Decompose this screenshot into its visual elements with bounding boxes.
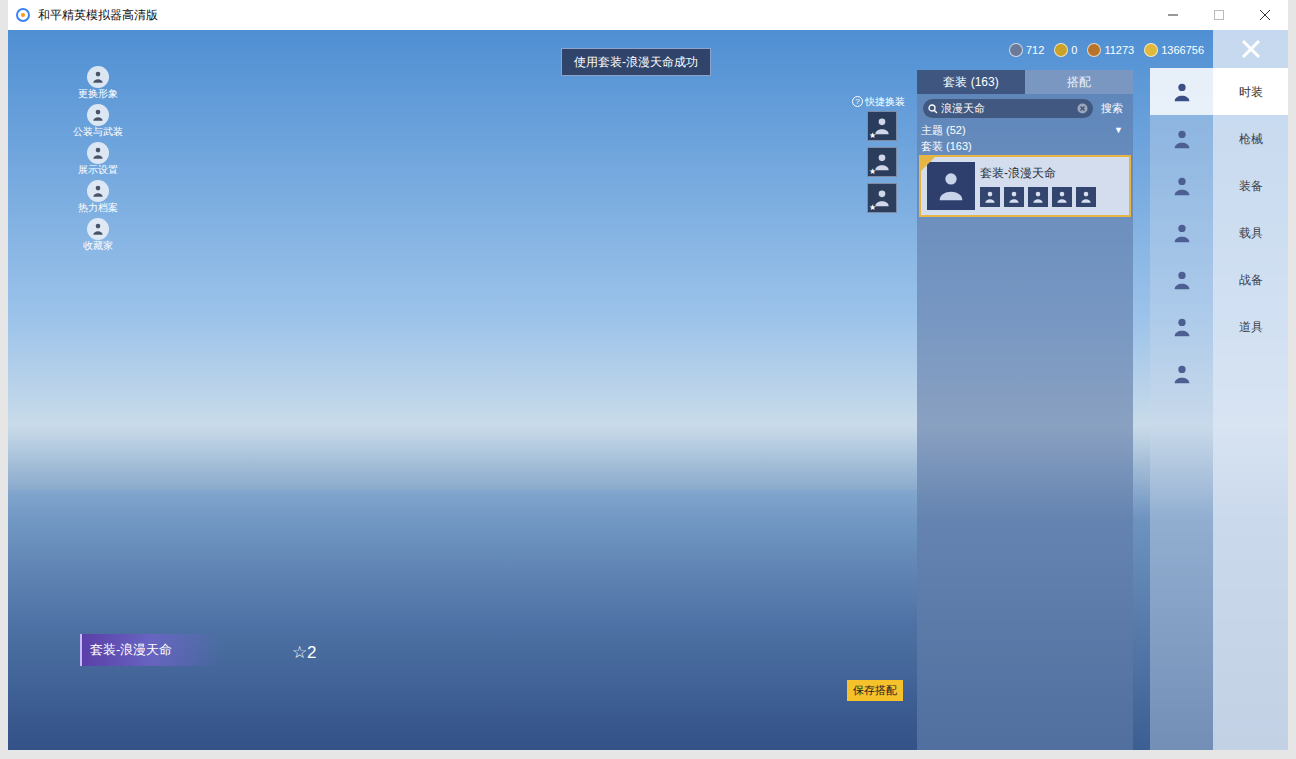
quick-slot[interactable]: ★	[867, 111, 897, 141]
coin-icon	[1087, 43, 1101, 57]
floor	[8, 490, 917, 750]
category-tab[interactable]: 时装	[1213, 68, 1288, 115]
icon-tab[interactable]	[1150, 68, 1213, 115]
search-icon	[928, 104, 938, 114]
left-menu: 更换形象公装与武装展示设置热力档案收藏家	[70, 66, 126, 252]
clothing-icon	[1171, 222, 1193, 244]
quick-slot[interactable]: ★	[867, 183, 897, 213]
left-menu-item[interactable]: 公装与武装	[70, 104, 126, 138]
clothing-icon	[1171, 316, 1193, 338]
icon-tab[interactable]	[1150, 209, 1213, 256]
save-button[interactable]: 保存搭配	[847, 680, 903, 701]
menu-icon	[91, 70, 105, 84]
menu-icon	[91, 222, 105, 236]
category-tab[interactable]: 载具	[1213, 209, 1288, 256]
clothing-icon	[1171, 128, 1193, 150]
menu-icon	[91, 184, 105, 198]
part-icon	[983, 190, 997, 204]
maximize-icon	[1214, 10, 1224, 20]
app-logo-icon	[16, 8, 30, 22]
coin-icon	[1144, 43, 1158, 57]
category-tab[interactable]: 战备	[1213, 256, 1288, 303]
clothing-icon	[1171, 175, 1193, 197]
right-panel: 套装 (163)搭配浪漫天命搜索主题 (52)▼套装 (163)套装-浪漫天命时…	[917, 30, 1288, 750]
panel-tab[interactable]: 套装 (163)	[917, 70, 1025, 94]
screen: 和平精英模拟器高清版套装 (163)搭配浪漫天命搜索主题 (52)▼套装 (16…	[0, 0, 1296, 759]
clothing-icon	[1171, 269, 1193, 291]
clear-icon[interactable]	[1077, 103, 1088, 114]
panel-tabs: 套装 (163)搭配	[917, 70, 1133, 94]
maximize-button[interactable]	[1196, 0, 1242, 30]
game-view: 套装 (163)搭配浪漫天命搜索主题 (52)▼套装 (163)套装-浪漫天命时…	[8, 30, 1288, 750]
coin-icon	[1054, 43, 1068, 57]
currency: 0	[1054, 42, 1077, 59]
panel-tab[interactable]: 搭配	[1025, 70, 1133, 94]
category-tab[interactable]: 装备	[1213, 162, 1288, 209]
part-icon	[1031, 190, 1045, 204]
left-menu-item[interactable]: 热力档案	[70, 180, 126, 214]
category-tabs: 时装枪械装备载具战备道具	[1213, 30, 1288, 750]
currency: 11273	[1087, 42, 1134, 59]
search-field[interactable]: 浪漫天命	[923, 99, 1093, 118]
part-thumbnail	[1076, 187, 1096, 207]
clothing-icon	[1171, 81, 1193, 103]
category-tab[interactable]: 枪械	[1213, 115, 1288, 162]
menu-icon	[91, 108, 105, 122]
icon-tabs	[1150, 68, 1213, 750]
quick-slot[interactable]: ★	[867, 147, 897, 177]
outfit-label: 套装-浪漫天命	[80, 634, 220, 666]
selected-check-icon	[921, 157, 935, 171]
clothing-icon	[1171, 363, 1193, 385]
window-title: 和平精英模拟器高清版	[38, 6, 158, 24]
icon-tab[interactable]	[1150, 162, 1213, 209]
close-button[interactable]	[1213, 30, 1288, 68]
coin-icon	[1009, 43, 1023, 57]
rating[interactable]: ☆2	[292, 640, 316, 666]
part-icon	[1007, 190, 1021, 204]
close-button[interactable]	[1242, 0, 1288, 30]
toast: 使用套装-浪漫天命成功	[561, 48, 711, 76]
item-panel: 套装 (163)搭配浪漫天命搜索主题 (52)▼套装 (163)套装-浪漫天命	[917, 70, 1133, 750]
part-icon	[1055, 190, 1069, 204]
currency-bar: 712 0 11273 1366756	[1009, 42, 1204, 59]
currency: 1366756	[1144, 42, 1204, 59]
icon-tab[interactable]	[1150, 256, 1213, 303]
left-menu-item[interactable]: 更换形象	[70, 66, 126, 100]
outfit-card[interactable]: 套装-浪漫天命	[919, 155, 1131, 217]
currency: 712	[1009, 42, 1044, 59]
part-thumbnail	[1004, 187, 1024, 207]
left-menu-item[interactable]: 收藏家	[70, 218, 126, 252]
part-icon	[1079, 190, 1093, 204]
category-label: 套装 (163)	[917, 139, 1133, 153]
part-thumbnail	[1028, 187, 1048, 207]
icon-tab[interactable]	[1150, 303, 1213, 350]
search-button[interactable]: 搜索	[1097, 100, 1127, 117]
theme-row[interactable]: 主题 (52)▼	[917, 122, 1133, 139]
help-icon[interactable]: ?	[852, 96, 863, 107]
minimize-button[interactable]	[1150, 0, 1196, 30]
outfit-icon	[934, 169, 968, 203]
quick-change: ?快捷换装★★★	[852, 94, 905, 213]
part-thumbnail	[1052, 187, 1072, 207]
menu-icon	[91, 146, 105, 160]
close-icon	[1240, 38, 1262, 60]
close-icon	[1260, 10, 1270, 20]
minimize-icon	[1168, 10, 1178, 20]
icon-tab[interactable]	[1150, 115, 1213, 162]
part-thumbnail	[980, 187, 1000, 207]
left-menu-item[interactable]: 展示设置	[70, 142, 126, 176]
title-bar: 和平精英模拟器高清版	[8, 0, 1288, 30]
category-tab[interactable]: 道具	[1213, 303, 1288, 350]
icon-tab[interactable]	[1150, 350, 1213, 397]
